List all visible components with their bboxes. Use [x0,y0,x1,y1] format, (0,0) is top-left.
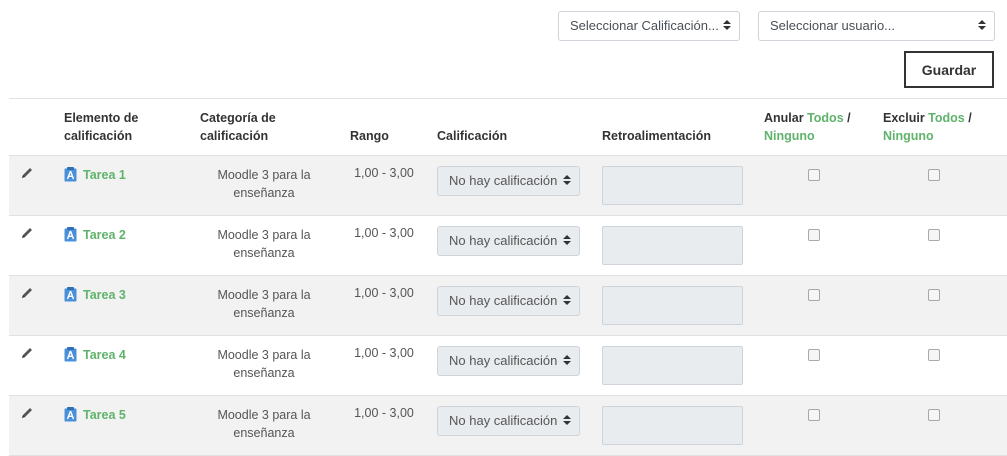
grade-filter-select[interactable]: Seleccionar Calificación... [558,11,740,41]
updown-caret-icon [563,287,571,315]
header-override: Anular Todos / Ninguno [764,109,864,145]
table-row: Tarea 3 Moodle 3 para la enseñanza 1,00 - … [9,276,1007,336]
grade-select-value: No hay calificación [449,293,558,308]
exclude-checkbox[interactable] [928,409,940,421]
pencil-icon[interactable] [20,286,34,300]
grade-select-value: No hay calificación [449,173,558,188]
assignment-icon [64,227,77,242]
grade-item-link[interactable]: Tarea 1 [64,167,126,182]
grade-category: Moodle 3 para la enseñanza [217,288,311,320]
grade-item-name: Tarea 2 [83,227,126,242]
grade-range: 1,00 - 3,00 [354,286,414,300]
feedback-textarea[interactable] [602,346,743,385]
save-button[interactable]: Guardar [904,51,994,88]
exclude-none-link[interactable]: Ninguno [883,129,934,143]
header-range: Rango [350,129,389,143]
feedback-textarea[interactable] [602,406,743,445]
table-row: Tarea 4 Moodle 3 para la enseñanza 1,00 - … [9,336,1007,396]
exclude-checkbox[interactable] [928,349,940,361]
feedback-textarea[interactable] [602,166,743,205]
header-item: Elemento de calificación [64,111,139,143]
grade-item-name: Tarea 3 [83,287,126,302]
table-row: Tarea 2 Moodle 3 para la enseñanza 1,00 - … [9,216,1007,276]
grade-item-name: Tarea 1 [83,167,126,182]
feedback-textarea[interactable] [602,286,743,325]
header-override-label: Anular [764,111,804,125]
assignment-icon [64,287,77,302]
user-filter-select[interactable]: Seleccionar usuario... [758,11,995,41]
grade-item-link[interactable]: Tarea 3 [64,287,126,302]
grade-select[interactable]: No hay calificación [437,286,580,316]
updown-caret-icon [563,167,571,195]
grade-filter-value: Seleccionar Calificación... [570,18,719,33]
pencil-icon[interactable] [20,226,34,240]
grade-select-value: No hay calificación [449,233,558,248]
grade-select[interactable]: No hay calificación [437,346,580,376]
override-checkbox[interactable] [808,169,820,181]
exclude-all-link[interactable]: Todos [928,111,965,125]
updown-caret-icon [723,12,731,40]
user-filter-value: Seleccionar usuario... [770,18,896,33]
feedback-textarea[interactable] [602,226,743,265]
header-feedback: Retroalimentación [602,129,712,143]
grade-range: 1,00 - 3,00 [354,166,414,180]
table-header: Elemento de calificación Categoría de ca… [9,98,1007,156]
grade-item-link[interactable]: Tarea 2 [64,227,126,242]
override-none-link[interactable]: Ninguno [764,129,815,143]
header-grade: Calificación [437,129,508,143]
updown-caret-icon [563,227,571,255]
exclude-checkbox[interactable] [928,229,940,241]
grade-range: 1,00 - 3,00 [354,346,414,360]
pencil-icon[interactable] [20,346,34,360]
table-row: Tarea 5 Moodle 3 para la enseñanza 1,00 - … [9,396,1007,456]
grade-select[interactable]: No hay calificación [437,406,580,436]
override-checkbox[interactable] [808,409,820,421]
override-checkbox[interactable] [808,349,820,361]
assignment-icon [64,407,77,422]
grade-category: Moodle 3 para la enseñanza [217,408,311,440]
grade-item-name: Tarea 5 [83,407,126,422]
header-exclude-label: Excluir [883,111,925,125]
header-category: Categoría de calificación [200,111,276,143]
assignment-icon [64,167,77,182]
assignment-icon [64,347,77,362]
grade-select-value: No hay calificación [449,413,558,428]
grade-select-value: No hay calificación [449,353,558,368]
override-checkbox[interactable] [808,229,820,241]
grade-select[interactable]: No hay calificación [437,166,580,196]
updown-caret-icon [978,12,986,40]
header-override-slash: / [843,111,851,125]
grade-category: Moodle 3 para la enseñanza [217,228,311,260]
pencil-icon[interactable] [20,166,34,180]
grade-item-link[interactable]: Tarea 4 [64,347,126,362]
exclude-checkbox[interactable] [928,169,940,181]
table-row: Tarea 1 Moodle 3 para la enseñanza 1,00 - … [9,156,1007,216]
grade-category: Moodle 3 para la enseñanza [217,168,311,200]
header-exclude: Excluir Todos / Ninguno [883,109,993,145]
grade-category: Moodle 3 para la enseñanza [217,348,311,380]
override-all-link[interactable]: Todos [807,111,844,125]
grade-item-name: Tarea 4 [83,347,126,362]
exclude-checkbox[interactable] [928,289,940,301]
grade-range: 1,00 - 3,00 [354,226,414,240]
header-exclude-slash: / [964,111,972,125]
updown-caret-icon [563,347,571,375]
override-checkbox[interactable] [808,289,820,301]
grade-select[interactable]: No hay calificación [437,226,580,256]
grade-item-link[interactable]: Tarea 5 [64,407,126,422]
updown-caret-icon [563,407,571,435]
